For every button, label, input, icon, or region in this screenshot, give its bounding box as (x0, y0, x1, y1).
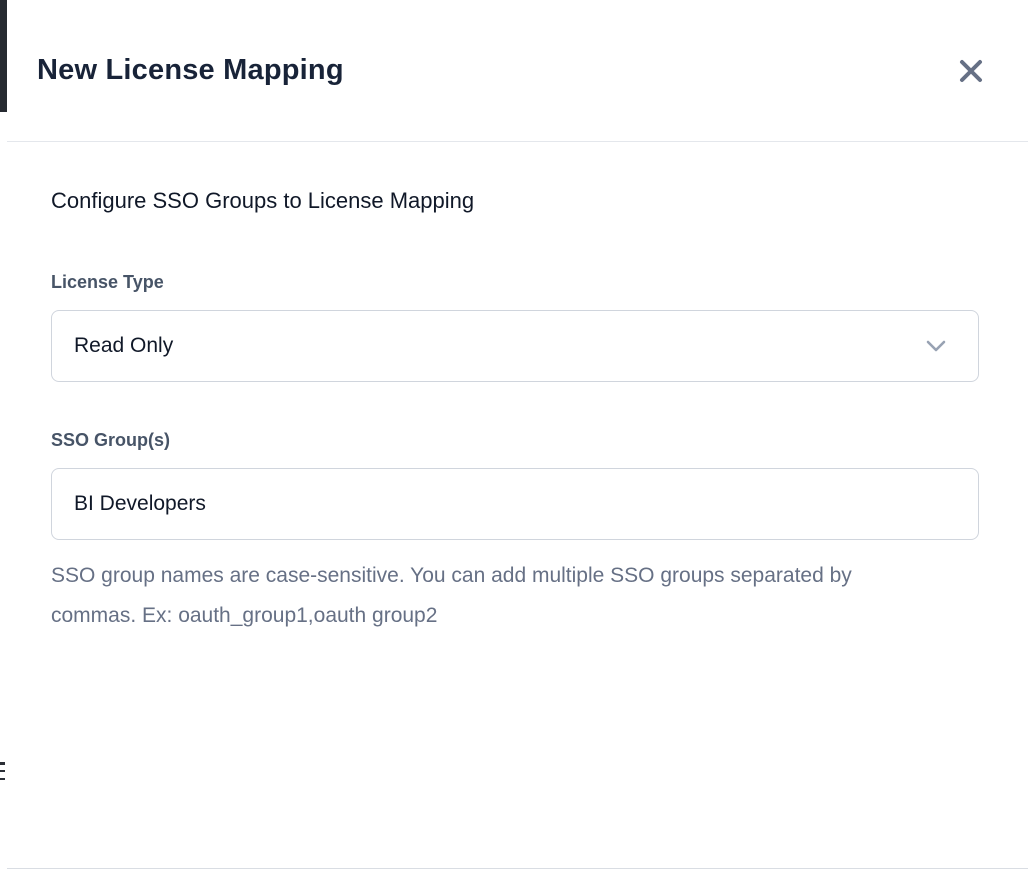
chevron-down-icon (924, 334, 948, 358)
modal-title: New License Mapping (37, 54, 344, 87)
modal-header: New License Mapping (7, 0, 1028, 142)
modal-subtitle: Configure SSO Groups to License Mapping (51, 188, 978, 214)
new-license-mapping-modal: New License Mapping Configure SSO Groups… (7, 0, 1028, 876)
license-type-label: License Type (51, 272, 978, 293)
sso-groups-label: SSO Group(s) (51, 430, 978, 451)
sso-groups-help-text: SSO group names are case-sensitive. You … (51, 556, 931, 636)
license-type-select[interactable]: Read Only (51, 310, 979, 382)
x-close-icon (958, 58, 984, 84)
sso-groups-input[interactable] (51, 468, 979, 540)
license-type-selected-value: Read Only (74, 334, 173, 358)
backdrop-page-edge (0, 0, 7, 112)
close-button[interactable] (954, 54, 988, 88)
menu-lines-icon (0, 762, 6, 780)
bottom-divider (7, 868, 1028, 869)
modal-body: Configure SSO Groups to License Mapping … (7, 142, 1028, 636)
